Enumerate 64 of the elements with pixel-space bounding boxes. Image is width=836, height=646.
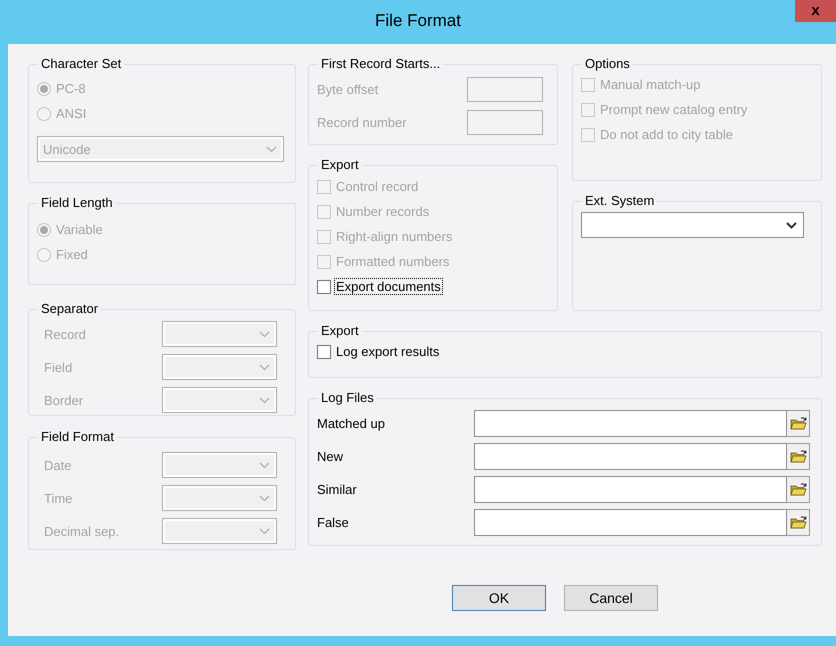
- chevron-down-icon: [259, 330, 270, 338]
- chevron-down-icon: [259, 364, 270, 370]
- input-field[interactable]: [474, 442, 787, 470]
- checkbox-label: Number records: [335, 204, 430, 219]
- group-title: Log Files: [320, 390, 375, 406]
- field-label: Record number: [317, 115, 407, 130]
- folder-icon: [790, 514, 806, 530]
- group-title: Options: [584, 56, 631, 72]
- input-field[interactable]: [467, 77, 543, 102]
- checkbox-label: Export documents: [335, 279, 442, 294]
- checkbox-label: Manual match-up: [599, 77, 702, 92]
- close-button[interactable]: x: [795, 0, 836, 22]
- checkbox-label: Formatted numbers: [335, 254, 450, 269]
- checkbox-label: Do not add to city table: [599, 127, 734, 142]
- group-title: Field Format: [40, 429, 115, 445]
- field-label: False: [317, 514, 350, 530]
- window-title: File Format: [375, 11, 461, 31]
- chevron-down-icon: [266, 146, 277, 152]
- radio-label: Variable: [55, 222, 104, 237]
- checkbox[interactable]: [317, 344, 331, 358]
- browse-button[interactable]: [787, 508, 810, 536]
- field-label: Time: [44, 490, 72, 506]
- field-label: Similar: [317, 482, 358, 496]
- field-label: Matched up: [317, 416, 386, 430]
- dropdown[interactable]: [581, 212, 804, 238]
- field-label: Date: [44, 458, 72, 472]
- field-label: New: [317, 448, 344, 464]
- checkbox-label: Right-align numbers: [335, 229, 454, 244]
- browse-button[interactable]: [787, 442, 810, 470]
- browse-button[interactable]: [787, 476, 810, 502]
- dialog-button[interactable]: Cancel: [564, 585, 658, 611]
- group-title: Export: [320, 323, 360, 339]
- input-field[interactable]: [474, 476, 787, 502]
- browse-button[interactable]: [787, 410, 810, 436]
- checkbox[interactable]: [317, 280, 331, 294]
- folder-icon: [790, 415, 806, 431]
- chevron-down-icon: [259, 494, 270, 502]
- radio-label: ANSI: [55, 106, 88, 121]
- field-label: Field: [44, 360, 72, 374]
- group-title: Field Length: [40, 195, 114, 211]
- group-title: Export: [320, 157, 360, 173]
- chevron-down-icon: [786, 222, 797, 228]
- field-label: Byte offset: [317, 82, 378, 97]
- group-title: Separator: [40, 301, 100, 317]
- input-field[interactable]: [467, 110, 543, 135]
- group-title: Ext. System: [584, 193, 656, 209]
- dialog-button[interactable]: OK: [452, 585, 546, 611]
- input-field[interactable]: [474, 410, 787, 436]
- radio-label: PC-8: [55, 81, 87, 96]
- group-title: Character Set: [40, 56, 122, 72]
- checkbox-label: Control record: [335, 179, 420, 194]
- group-title: First Record Starts...: [320, 56, 442, 72]
- input-field[interactable]: [474, 508, 787, 536]
- chevron-down-icon: [259, 396, 270, 404]
- chevron-down-icon: [259, 528, 270, 534]
- field-label: Decimal sep.: [44, 524, 120, 538]
- chevron-down-icon: [259, 462, 270, 468]
- radio-label: Fixed: [55, 247, 89, 262]
- folder-icon: [790, 448, 806, 464]
- field-label: Border: [44, 392, 84, 408]
- folder-icon: [790, 481, 806, 497]
- field-label: Record: [44, 326, 86, 342]
- checkbox-label: Prompt new catalog entry: [599, 102, 748, 117]
- checkbox-label: Log export results: [335, 344, 440, 359]
